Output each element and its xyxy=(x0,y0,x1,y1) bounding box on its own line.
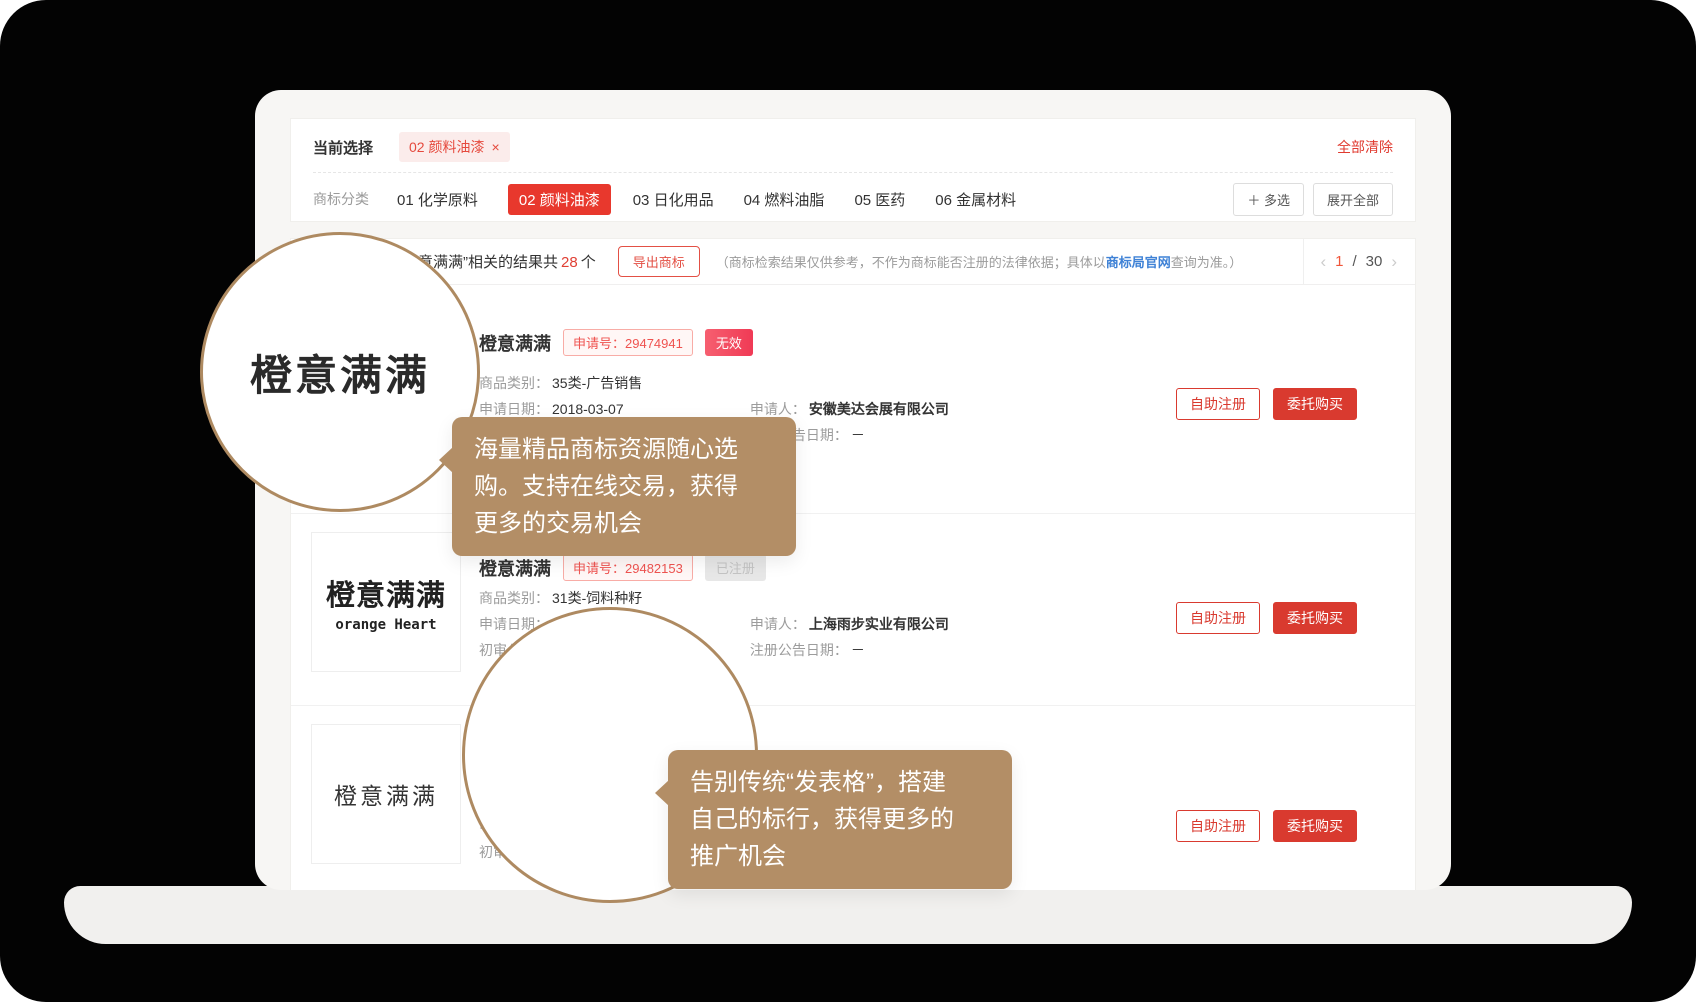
pagination: ‹ 1 / 30 › xyxy=(1303,239,1415,284)
trademark-name: 橙意满满 xyxy=(479,330,551,356)
category-value: 31类-饲料种籽 xyxy=(552,590,642,606)
self-register-button[interactable]: 自助注册 xyxy=(1176,810,1260,842)
trademark-image: 橙意满满 orange Heart xyxy=(311,532,461,672)
tooltip-line: 购。支持在线交易，获得 xyxy=(474,468,774,505)
self-register-button[interactable]: 自助注册 xyxy=(1176,388,1260,420)
category-item-04[interactable]: 04 燃料油脂 xyxy=(744,189,825,210)
entrust-buy-button[interactable]: 委托购买 xyxy=(1273,810,1357,842)
category-label: 商品类别： xyxy=(479,375,549,391)
trademark-office-link[interactable]: 商标局官网 xyxy=(1106,255,1171,270)
tooltip-line: 更多的交易机会 xyxy=(474,505,774,542)
apply-date-label: 申请日期： xyxy=(479,401,549,417)
disclaimer-suffix: 查询为准。） xyxy=(1171,255,1243,270)
category-row: 商标分类 01 化学原料 02 颜料油漆 03 日化用品 04 燃料油脂 05 … xyxy=(313,181,1393,217)
disclaimer-prefix: （商标检索结果仅供参考，不作为商标能否注册的法律依据；具体以 xyxy=(716,255,1106,270)
feature-tooltip-promote: 告别传统“发表格”，搭建 自己的标行，获得更多的 推广机会 xyxy=(668,750,1012,889)
screenshot-stage: 当前选择 02 颜料油漆 × 全部清除 商标分类 01 化学原料 02 颜料油漆… xyxy=(0,0,1696,1002)
applicant-value: 上海雨步实业有限公司 xyxy=(809,616,949,632)
clear-all-button[interactable]: 全部清除 xyxy=(1337,137,1393,157)
tooltip-line: 自己的标行，获得更多的 xyxy=(690,801,990,838)
magnified-trademark-text: 橙意满满 xyxy=(250,342,430,403)
trademark-image-text: 橙意满满 xyxy=(326,572,446,614)
category-item-03[interactable]: 03 日化用品 xyxy=(633,189,714,210)
multi-select-button[interactable]: ＋ 多选 xyxy=(1233,183,1304,216)
total-pages: 30 xyxy=(1366,253,1383,270)
application-number-tag: 申请号：29474941 xyxy=(563,329,693,356)
status-badge: 已注册 xyxy=(705,554,766,581)
application-number-tag: 申请号：29482153 xyxy=(563,554,693,581)
applicant-label: 申请人： xyxy=(750,401,806,417)
tooltip-arrow-left-icon xyxy=(439,447,453,473)
dashed-divider xyxy=(313,172,1393,173)
trademark-image: 橙意满满 xyxy=(311,724,461,864)
tooltip-line: 告别传统“发表格”，搭建 xyxy=(690,764,990,801)
trademark-name: 橙意满满 xyxy=(479,555,551,581)
apply-date-value: 2018-03-07 xyxy=(552,401,624,417)
category-item-05[interactable]: 05 医药 xyxy=(854,189,905,210)
registration-publication-value: － xyxy=(851,642,865,658)
prev-page-icon[interactable]: ‹ xyxy=(1320,252,1326,272)
device-base xyxy=(64,886,1632,944)
results-header: 检索到“橙意满满”相关的结果共28个 导出商标 （商标检索结果仅供参考，不作为商… xyxy=(291,239,1415,285)
category-label: 商品类别： xyxy=(479,590,549,606)
category-item-06[interactable]: 06 金属材料 xyxy=(935,189,1016,210)
tooltip-arrow-left-icon xyxy=(655,780,669,806)
registration-publication-value: － xyxy=(851,427,865,443)
trademark-image-subtext: orange Heart xyxy=(335,617,436,633)
export-trademark-button[interactable]: 导出商标 xyxy=(618,246,700,277)
next-page-icon[interactable]: › xyxy=(1391,252,1397,272)
trademark-image-text: 橙意满满 xyxy=(334,777,438,811)
registration-publication-label: 注册公告日期： xyxy=(750,642,848,658)
category-item-02-selected[interactable]: 02 颜料油漆 xyxy=(508,184,611,215)
current-selection-label: 当前选择 xyxy=(313,137,373,158)
self-register-button[interactable]: 自助注册 xyxy=(1176,602,1260,634)
entrust-buy-button[interactable]: 委托购买 xyxy=(1273,602,1357,634)
applicant-label: 申请人： xyxy=(750,616,806,632)
selected-filter-chip[interactable]: 02 颜料油漆 × xyxy=(399,132,510,162)
selected-filter-chip-label: 02 颜料油漆 xyxy=(409,137,484,157)
applicant-value: 安徽美达会展有限公司 xyxy=(809,401,949,417)
category-value: 35类-广告销售 xyxy=(552,375,642,391)
expand-all-button[interactable]: 展开全部 xyxy=(1313,183,1393,216)
results-count: 28 xyxy=(561,254,578,271)
current-page: 1 xyxy=(1335,253,1343,270)
filter-panel: 当前选择 02 颜料油漆 × 全部清除 商标分类 01 化学原料 02 颜料油漆… xyxy=(290,118,1416,222)
feature-tooltip-trade: 海量精品商标资源随心选 购。支持在线交易，获得 更多的交易机会 xyxy=(452,417,796,556)
status-badge: 无效 xyxy=(705,329,753,356)
entrust-buy-button[interactable]: 委托购买 xyxy=(1273,388,1357,420)
magnifier-circle: 橙意满满 xyxy=(200,232,480,512)
category-item-01[interactable]: 01 化学原料 xyxy=(397,189,478,210)
results-summary-suffix: 个 xyxy=(581,254,596,271)
results-disclaimer: （商标检索结果仅供参考，不作为商标能否注册的法律依据；具体以商标局官网查询为准。… xyxy=(716,252,1243,271)
current-selection-row: 当前选择 02 颜料油漆 × 全部清除 xyxy=(313,129,1393,165)
category-row-label: 商标分类 xyxy=(313,189,369,209)
tooltip-line: 海量精品商标资源随心选 xyxy=(474,431,774,468)
page-separator: / xyxy=(1352,253,1356,270)
tooltip-line: 推广机会 xyxy=(690,838,990,875)
close-icon[interactable]: × xyxy=(491,140,499,154)
